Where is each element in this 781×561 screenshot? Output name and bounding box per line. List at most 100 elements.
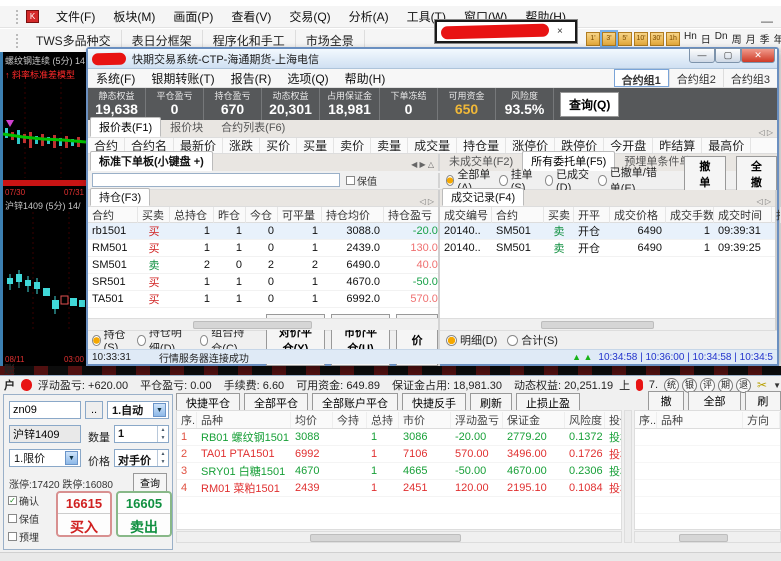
stepper-arrows[interactable]: ▲ ▼	[157, 426, 168, 442]
quantity-stepper[interactable]: 1 ▲ ▼	[114, 425, 169, 443]
period-icon[interactable]: 1h	[666, 31, 680, 46]
price-type-select[interactable]: 1.限价 ▼	[9, 449, 81, 467]
column-header[interactable]: 投保	[605, 412, 621, 428]
detail-radio[interactable]: 明细(D)	[446, 332, 497, 348]
positions-column-header[interactable]: 昨仓	[214, 206, 246, 223]
period-button[interactable]: 年	[772, 31, 781, 46]
table-row[interactable]: 4 RM01 菜粕1501 2439 1 2451 120.00 2195.10…	[177, 480, 621, 497]
column-header[interactable]: 市价	[399, 411, 451, 428]
trading-window-titlebar[interactable]: 快期交易系统-CTP-海通期货-上海电信 — ▢ ✕	[88, 48, 777, 69]
quote-column-header[interactable]: 卖价	[334, 138, 372, 153]
scrollbar-thumb[interactable]	[678, 534, 728, 542]
period-button[interactable]: 周	[730, 31, 744, 46]
close-button[interactable]: ✕	[741, 48, 775, 63]
period-button[interactable]: 月	[744, 31, 758, 46]
period-button[interactable]: 季	[758, 31, 772, 46]
period-icon[interactable]: 30'	[650, 31, 664, 46]
vertical-scrollbar[interactable]	[624, 410, 632, 543]
period-icon[interactable]: 1'	[586, 31, 600, 46]
quote-column-header[interactable]: 买价	[260, 138, 298, 153]
tools-icon[interactable]: ✂	[757, 378, 767, 392]
minimize-icon[interactable]: —	[761, 14, 773, 28]
menu-item[interactable]: 画面(P)	[164, 6, 222, 27]
table-row[interactable]: 20140.. SM501 卖 开仓 6490 1 09:39:31 20140…	[440, 223, 775, 240]
period-button[interactable]: 日	[699, 31, 713, 46]
quote-tab[interactable]: 报价表(F1)	[90, 117, 162, 137]
column-header[interactable]: 品种	[197, 411, 291, 428]
table-row[interactable]: rb1501 买 1 1 0 1 3088.0 -20.00	[88, 223, 438, 240]
trades-column-header[interactable]: 报单编号	[772, 206, 781, 223]
quote-tab[interactable]: 合约列表(F6)	[212, 117, 294, 137]
table-row[interactable]: SR501 买 1 1 0 1 4670.0 -50.00	[88, 274, 438, 291]
column-header[interactable]: 风险度	[565, 411, 605, 428]
table-row[interactable]: 3 SRY01 白糖1501 4670 1 4665 -50.00 4670.0…	[177, 463, 621, 480]
horizontal-scrollbar[interactable]	[440, 318, 775, 330]
table-row[interactable]: RM501 买 1 1 0 1 2439.0 130.00	[88, 240, 438, 257]
horizontal-scrollbar[interactable]	[176, 531, 622, 543]
quote-tab[interactable]: 报价块	[161, 117, 212, 137]
tab-scroll-arrows[interactable]: ◁ ▷	[756, 197, 775, 206]
menu-item[interactable]: 分析(A)	[340, 6, 398, 27]
contract-group-tab[interactable]: 合约组2	[668, 69, 723, 87]
table-row[interactable]: 20140.. SM501 卖 开仓 6490 1 09:39:25 20140…	[440, 240, 775, 257]
menu-item[interactable]: 银期转账(T)	[143, 69, 222, 88]
positions-column-header[interactable]: 买卖	[138, 206, 170, 223]
minimize-button[interactable]: —	[689, 48, 715, 63]
period-icon[interactable]: 5'	[618, 31, 632, 46]
menu-item[interactable]: 帮助(H)	[337, 69, 394, 88]
positions-column-header[interactable]: 可平量	[278, 206, 322, 223]
quote-column-header[interactable]: 卖量	[371, 138, 409, 153]
trades-column-header[interactable]: 开平	[574, 206, 610, 223]
quote-column-header[interactable]: 涨跌	[223, 138, 261, 153]
period-button[interactable]: Dn	[713, 31, 730, 46]
column-header[interactable]: 今持	[333, 411, 367, 428]
period-icon[interactable]: 3'	[600, 29, 618, 48]
positions-column-header[interactable]: 持仓盈亏	[384, 206, 448, 223]
positions-column-header[interactable]: 合约	[88, 206, 138, 223]
detail-radio[interactable]: 合计(S)	[507, 332, 558, 348]
scrollbar-thumb[interactable]	[310, 534, 462, 542]
positions-tab[interactable]: 持仓(F3)	[90, 188, 151, 206]
floating-search-box[interactable]: ×	[435, 20, 577, 43]
quote-column-header[interactable]: 买量	[297, 138, 335, 153]
table-row[interactable]: 1 RB01 螺纹钢1501 3088 1 3086 -20.00 2779.2…	[177, 429, 621, 446]
mode-select[interactable]: 1.自动 ▼	[107, 401, 169, 419]
horizontal-scrollbar[interactable]	[88, 318, 438, 330]
menu-item[interactable]: 报告(R)	[223, 69, 280, 88]
price-stepper[interactable]: 对手价 ▲ ▼	[114, 449, 169, 467]
query-button[interactable]: 查询(Q)	[560, 91, 620, 117]
menu-item[interactable]: 文件(F)	[47, 6, 104, 27]
menu-item[interactable]: 查看(V)	[222, 6, 280, 27]
order-checkbox[interactable]: 保值	[8, 511, 39, 526]
positions-column-header[interactable]: 总持仓	[170, 206, 214, 223]
menu-item[interactable]: 板块(M)	[104, 6, 164, 27]
trades-column-header[interactable]: 成交手数	[666, 206, 714, 223]
menu-item[interactable]: 交易(Q)	[280, 6, 339, 27]
trades-column-header[interactable]: 成交编号	[440, 206, 492, 223]
trades-column-header[interactable]: 买卖	[544, 206, 574, 223]
period-button[interactable]: Hn	[682, 31, 699, 46]
column-header[interactable]: 品种	[657, 411, 743, 428]
positions-column-header[interactable]: 持仓均价	[322, 206, 384, 223]
scrollbar-thumb[interactable]	[540, 321, 655, 329]
trades-tab[interactable]: 成交记录(F4)	[442, 188, 525, 206]
column-header[interactable]: 总持	[367, 411, 399, 428]
horizontal-scrollbar[interactable]	[634, 531, 781, 543]
contract-code-input[interactable]	[9, 401, 81, 419]
table-row[interactable]: 2 TA01 PTA1501 6992 1 7106 570.00 3496.0…	[177, 446, 621, 463]
order-checkbox[interactable]: ✓ 确认	[8, 493, 39, 508]
buy-button[interactable]: 16615 买入	[56, 491, 112, 537]
tab-scroll-arrows[interactable]: ◁ ▷	[419, 197, 438, 206]
column-header[interactable]: 保证金	[503, 411, 565, 428]
close-icon[interactable]: ×	[557, 26, 563, 37]
column-header[interactable]: 序..	[177, 411, 197, 428]
column-header[interactable]: 浮动盈亏	[451, 411, 503, 428]
order-board-tab[interactable]: 标准下单板(小键盘 +)	[90, 151, 213, 171]
sell-button[interactable]: 16605 卖出	[116, 491, 172, 537]
maximize-button[interactable]: ▢	[715, 48, 741, 63]
column-header[interactable]: 方向	[743, 411, 780, 428]
tab-scroll-arrows[interactable]: ◁ ▷	[758, 128, 777, 137]
table-row[interactable]: SM501 卖 2 0 2 2 6490.0 40.00	[88, 257, 438, 274]
contract-input[interactable]	[92, 173, 340, 187]
contract-group-tab[interactable]: 合约组1	[613, 69, 669, 87]
